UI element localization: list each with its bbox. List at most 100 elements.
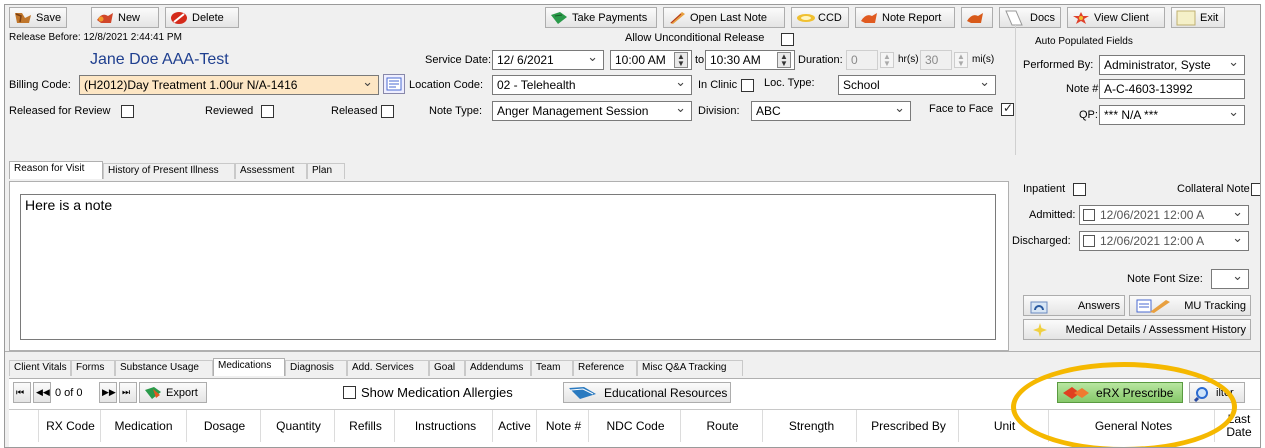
reviewed-label: Reviewed xyxy=(205,105,254,117)
take-payments-button[interactable]: Take Payments xyxy=(545,7,657,28)
answers-icon xyxy=(1030,298,1048,315)
in-clinic-checkbox[interactable] xyxy=(741,79,754,92)
note-tab-plan[interactable]: Plan xyxy=(307,163,345,179)
service-date-picker[interactable]: 12/ 6/2021 xyxy=(492,50,604,70)
delete-button[interactable]: Delete xyxy=(165,7,239,28)
tab-addendums[interactable]: Addendums xyxy=(465,360,531,376)
export-button[interactable]: Export xyxy=(139,382,207,403)
last-record-button[interactable]: ⏭ xyxy=(119,382,137,403)
tab-medications[interactable]: Medications xyxy=(213,358,285,376)
column-header-ndc-code[interactable]: NDC Code xyxy=(591,410,681,442)
column-header-prescribed-by[interactable]: Prescribed By xyxy=(859,410,959,442)
duration-hours-field[interactable]: 0 xyxy=(846,50,878,70)
time-to-spinner[interactable]: ▲ ▼ xyxy=(777,52,791,68)
released-label: Released xyxy=(331,105,378,117)
released-for-review-checkbox[interactable] xyxy=(121,105,134,118)
show-med-allergies-checkbox[interactable] xyxy=(343,386,356,399)
note-number-label: Note #: xyxy=(1066,83,1102,95)
medical-details-button[interactable]: Medical Details / Assessment History xyxy=(1023,319,1251,340)
collateral-note-checkbox[interactable] xyxy=(1251,183,1260,196)
duration-minutes-field[interactable]: 30 xyxy=(920,50,952,70)
first-record-button[interactable]: ⏮ xyxy=(13,382,31,403)
view-client-button[interactable]: View Client xyxy=(1067,7,1165,28)
admitted-date-picker[interactable]: 12/06/2021 12:00 A xyxy=(1079,205,1249,225)
educational-resources-button[interactable]: Educational Resources xyxy=(563,382,731,403)
prev-record-button[interactable]: ◀◀ xyxy=(33,382,51,403)
column-header-medication[interactable]: Medication xyxy=(101,410,187,442)
open-last-note-button[interactable]: Open Last Note xyxy=(663,7,785,28)
extra-tool-button[interactable] xyxy=(961,7,993,28)
discharged-date-picker[interactable]: 12/06/2021 12:00 A xyxy=(1079,231,1249,251)
note-number-field[interactable]: A-C-4603-13992 xyxy=(1099,79,1245,99)
note-tab-reason-for-visit[interactable]: Reason for Visit xyxy=(9,161,103,179)
tab-add-services[interactable]: Add. Services xyxy=(347,360,429,376)
docs-button[interactable]: Docs xyxy=(999,7,1061,28)
inpatient-label: Inpatient xyxy=(1023,183,1066,195)
exit-button[interactable]: Exit xyxy=(1171,7,1225,28)
new-button[interactable]: New xyxy=(91,7,159,28)
column-header-route[interactable]: Route xyxy=(683,410,763,442)
tab-goal[interactable]: Goal xyxy=(429,360,465,376)
column-header-refills[interactable]: Refills xyxy=(337,410,395,442)
column-header-unit[interactable]: Unit xyxy=(961,410,1049,442)
tab-substance-usage[interactable]: Substance Usage xyxy=(115,360,213,376)
admitted-checkbox[interactable] xyxy=(1083,209,1095,221)
duration-hours-spinner[interactable]: ▲ ▼ xyxy=(880,52,894,68)
tab-reference[interactable]: Reference xyxy=(573,360,637,376)
column-header-general-notes[interactable]: General Notes xyxy=(1053,410,1215,442)
tab-diagnosis[interactable]: Diagnosis xyxy=(285,360,347,376)
billing-code-lookup-button[interactable] xyxy=(383,74,405,94)
loc-type-dropdown[interactable]: School xyxy=(838,75,996,95)
first-record-icon: ⏮ xyxy=(16,387,25,397)
open-last-note-label: Open Last Note xyxy=(690,11,768,24)
filter-button[interactable]: ilter xyxy=(1189,382,1245,403)
column-header-rx-code[interactable]: RX Code xyxy=(41,410,101,442)
docs-label: Docs xyxy=(1030,11,1056,24)
time-from-spinner[interactable]: ▲ ▼ xyxy=(674,52,688,68)
answers-button[interactable]: Answers xyxy=(1023,295,1125,316)
division-value: ABC xyxy=(756,104,781,118)
reviewed-checkbox[interactable] xyxy=(261,105,274,118)
tab-forms[interactable]: Forms xyxy=(71,360,115,376)
tab-misc-q-a-tracking[interactable]: Misc Q&A Tracking xyxy=(637,360,743,376)
delete-icon xyxy=(170,11,188,25)
time-from-value: 10:00 AM xyxy=(615,53,666,67)
in-clinic-label: In Clinic xyxy=(698,79,738,91)
billing-code-dropdown[interactable]: (H2012)Day Treatment 1.00ur N/A-1416 xyxy=(79,75,379,95)
performed-by-label: Performed By: xyxy=(1023,59,1094,71)
column-header-quantity[interactable]: Quantity xyxy=(263,410,335,442)
next-record-button[interactable]: ▶▶ xyxy=(99,382,117,403)
performed-by-dropdown[interactable]: Administrator, Syste xyxy=(1099,55,1245,75)
note-report-button[interactable]: Note Report xyxy=(855,7,955,28)
note-font-size-dropdown[interactable] xyxy=(1211,269,1249,289)
location-code-dropdown[interactable]: 02 - Telehealth xyxy=(492,75,692,95)
save-button[interactable]: Save xyxy=(9,7,67,28)
column-header-last-date[interactable]: Last Date xyxy=(1217,410,1260,442)
column-header-instructions[interactable]: Instructions xyxy=(399,410,493,442)
qp-dropdown[interactable]: *** N/A *** xyxy=(1099,105,1245,125)
note-type-dropdown[interactable]: Anger Management Session xyxy=(492,101,692,121)
medications-panel: ⏮ ◀◀ 0 of 0 ▶▶ ⏭ Export Show Medication … xyxy=(9,378,1260,447)
erx-prescribe-button[interactable]: eRX Prescribe xyxy=(1057,382,1183,403)
division-dropdown[interactable]: ABC xyxy=(751,101,911,121)
mu-tracking-button[interactable]: MU Tracking xyxy=(1129,295,1251,316)
allow-unconditional-release-checkbox[interactable] xyxy=(781,33,794,46)
mu-tracking-label: MU Tracking xyxy=(1184,299,1246,312)
column-header-strength[interactable]: Strength xyxy=(767,410,857,442)
ccd-button[interactable]: CCD xyxy=(791,7,849,28)
note-tab-history-of-present-illness[interactable]: History of Present Illness xyxy=(103,163,235,179)
duration-minutes-spinner[interactable]: ▲ ▼ xyxy=(954,52,968,68)
released-checkbox[interactable] xyxy=(381,105,394,118)
tab-client-vitals[interactable]: Client Vitals xyxy=(9,360,71,376)
record-count: 0 of 0 xyxy=(55,387,83,399)
face-to-face-checkbox[interactable] xyxy=(1001,101,1014,116)
educational-resources-icon xyxy=(568,386,600,400)
column-header-active[interactable]: Active xyxy=(493,410,537,442)
note-text-area[interactable]: Here is a note xyxy=(20,194,996,340)
inpatient-checkbox[interactable] xyxy=(1073,183,1086,196)
tab-team[interactable]: Team xyxy=(531,360,573,376)
column-header-note-[interactable]: Note # xyxy=(539,410,589,442)
column-header-dosage[interactable]: Dosage xyxy=(189,410,261,442)
note-tab-assessment[interactable]: Assessment xyxy=(235,163,307,179)
discharged-checkbox[interactable] xyxy=(1083,235,1095,247)
